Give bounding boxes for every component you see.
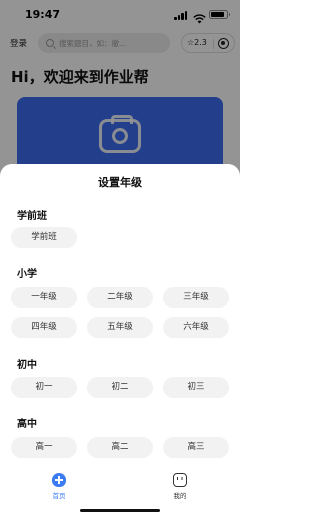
grade-button[interactable]: 二年级 [87,287,153,308]
profile-icon[interactable] [173,473,187,487]
grade-button[interactable]: 四年级 [11,317,77,338]
section-title-junior-high: 初中 [17,360,37,371]
grade-picker-sheet: 设置年级 学前班 学前班 小学 一年级 二年级 三年级 四年级 五年级 六年级 … [0,164,240,519]
sheet-title: 设置年级 [98,176,142,189]
tab-mine[interactable]: 我的 [165,490,195,500]
grade-button[interactable]: 初三 [163,377,229,398]
grade-button[interactable]: 学前班 [11,227,77,248]
section-title-primary: 小学 [17,269,37,280]
home-plus-icon[interactable] [52,473,66,487]
section-title-senior-high: 高中 [17,419,37,430]
grade-button[interactable]: 高三 [163,437,229,458]
grade-button[interactable]: 一年级 [11,287,77,308]
grade-button[interactable]: 初一 [11,377,77,398]
grade-button[interactable]: 高二 [87,437,153,458]
grade-button[interactable]: 高一 [11,437,77,458]
tab-bar: 首页 我的 [0,466,240,519]
grade-button[interactable]: 五年级 [87,317,153,338]
grade-button[interactable]: 六年级 [163,317,229,338]
grade-button[interactable]: 三年级 [163,287,229,308]
grade-button[interactable]: 初二 [87,377,153,398]
tab-home[interactable]: 首页 [44,490,74,500]
home-indicator [80,509,160,512]
section-title-preschool: 学前班 [17,211,47,222]
